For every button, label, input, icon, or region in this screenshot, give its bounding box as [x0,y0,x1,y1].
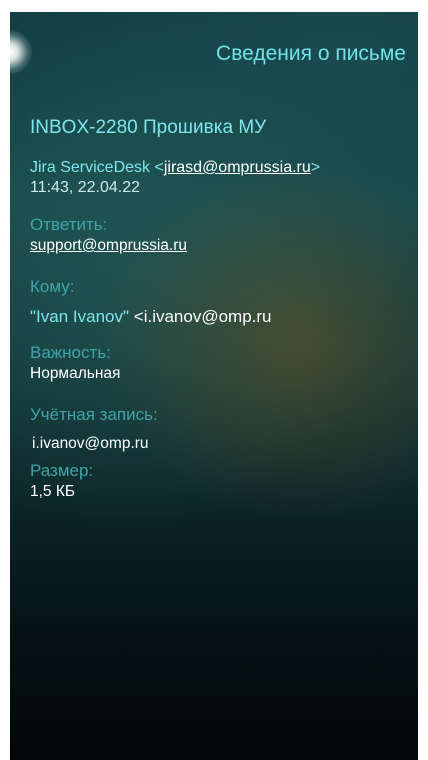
sender-bracket-open: < [154,159,164,176]
sender-line: Jira ServiceDesk <jirasd@omprussia.ru> [30,158,410,178]
account-label: Учётная запись: [30,405,158,424]
recipient-name: "Ivan Ivanov" [30,307,130,326]
sender-name: Jira ServiceDesk [30,159,151,176]
pulley-glow-indicator [10,30,32,74]
size-label: Размер: [30,461,94,480]
details-content: INBOX-2280 Прошивка МУ Jira ServiceDesk … [30,117,410,502]
recipient-label: Кому: [30,277,75,296]
importance-label: Важность: [30,343,111,362]
account-value: i.ivanov@omp.ru [32,435,149,452]
reply-to-section: Ответить: support@omprussia.ru [30,214,410,256]
message-datetime: 11:43, 22.04.22 [30,179,141,196]
importance-value: Нормальная [30,365,121,382]
recipient-email: i.ivanov@omp.ru [143,307,272,326]
size-section: Размер: 1,5 КБ [30,460,410,502]
account-section: Учётная запись: i.ivanov@omp.ru [30,404,410,454]
sender-email-link[interactable]: jirasd@omprussia.ru [164,159,311,176]
page-title: Сведения о письме [216,42,406,65]
sender-bracket-close: > [310,159,321,176]
size-value: 1,5 КБ [30,483,76,500]
recipient-line[interactable]: "Ivan Ivanov" <i.ivanov@omp.ru [30,306,410,328]
message-subject: INBOX-2280 Прошивка МУ [30,117,267,138]
message-details-screen: Сведения о письме INBOX-2280 Прошивка МУ… [10,12,418,760]
reply-to-email-link[interactable]: support@omprussia.ru [30,237,187,254]
recipient-section: Кому: "Ivan Ivanov" <i.ivanov@omp.ru [30,276,410,328]
importance-section: Важность: Нормальная [30,342,410,384]
recipient-bracket-open: < [133,307,144,326]
reply-to-label: Ответить: [30,215,108,234]
